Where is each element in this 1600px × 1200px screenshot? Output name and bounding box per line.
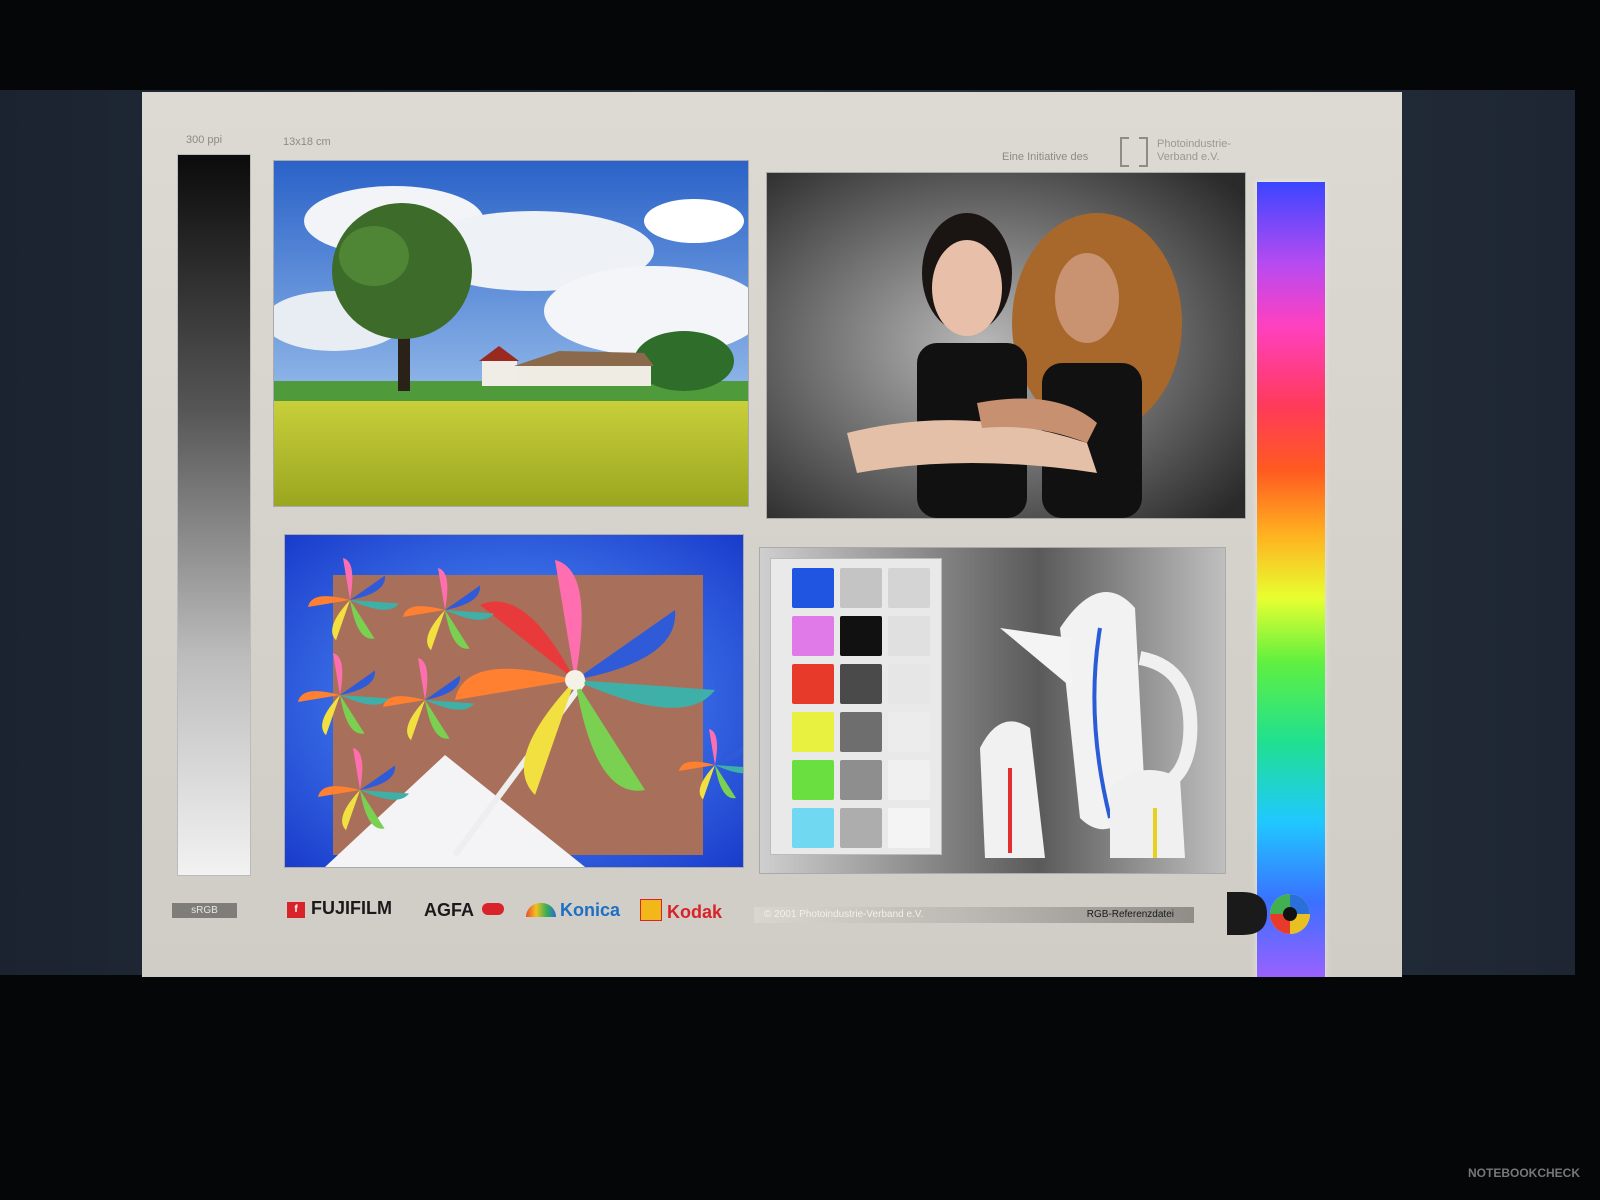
size-label: 13x18 cm: [283, 136, 331, 148]
patch-cyan: [792, 808, 834, 848]
konica-logo: Konica: [526, 900, 620, 921]
patch-gray-4: [840, 760, 882, 800]
patch-gray-7: [888, 616, 930, 656]
patch-black: [840, 616, 882, 656]
ceramic-jug: [980, 592, 1198, 858]
fujifilm-text: FUJIFILM: [311, 898, 392, 918]
patch-gray-6: [888, 568, 930, 608]
patch-green: [792, 760, 834, 800]
reference-file-label: RGB-Referenzdatei: [1086, 909, 1174, 920]
copyright-text: © 2001 Photoindustrie-Verband e.V.: [764, 909, 924, 920]
landscape-photo: [273, 160, 749, 507]
agfa-mark-icon: [482, 903, 505, 915]
agfa-logo: AGFA: [424, 900, 505, 921]
patch-gray-3: [840, 712, 882, 752]
fujifilm-logo: f FUJIFILM: [287, 898, 392, 919]
display-screen: 300 ppi 13x18 cm Eine Initiative des Pho…: [142, 92, 1402, 977]
org-line-2: Verband e.V.: [1157, 151, 1220, 163]
patch-gray-8: [888, 664, 930, 704]
konica-text: Konica: [560, 900, 621, 920]
copyright-bar: © 2001 Photoindustrie-Verband e.V. RGB-R…: [754, 907, 1194, 923]
srgb-label: sRGB: [172, 903, 237, 918]
resolution-label: 300 ppi: [186, 134, 223, 146]
patch-gray-10: [888, 760, 930, 800]
org-name: Photoindustrie- Verband e.V.: [1157, 138, 1231, 164]
kodak-text: Kodak: [667, 902, 723, 922]
initiative-label: Eine Initiative des: [1002, 151, 1089, 163]
patch-red: [792, 664, 834, 704]
patch-gray-9: [888, 712, 930, 752]
patch-gray-5: [840, 808, 882, 848]
color-gradient-strip: [1257, 182, 1325, 977]
patch-magenta: [792, 616, 834, 656]
watermark: NOTEBOOKCHECK: [1467, 1166, 1580, 1180]
bracket-logo-icon: [1120, 137, 1148, 167]
patch-gray-2: [840, 664, 882, 704]
patch-gray-11: [888, 808, 930, 848]
fujifilm-mark-icon: f: [287, 902, 305, 918]
org-line-1: Photoindustrie-: [1157, 138, 1231, 150]
pinwheel-photo: [284, 534, 744, 868]
patch-gray-1: [840, 568, 882, 608]
grayscale-strip: [177, 154, 251, 876]
konica-mark-icon: [526, 903, 556, 917]
agfa-text: AGFA: [424, 900, 474, 920]
dq-logo-icon: [1227, 892, 1310, 935]
patch-yellow: [792, 712, 834, 752]
kodak-logo: Kodak: [640, 899, 722, 923]
portrait-photo: [766, 172, 1246, 519]
still-life-photo: [759, 547, 1226, 874]
kodak-mark-icon: [640, 899, 662, 921]
patch-blue: [792, 568, 834, 608]
